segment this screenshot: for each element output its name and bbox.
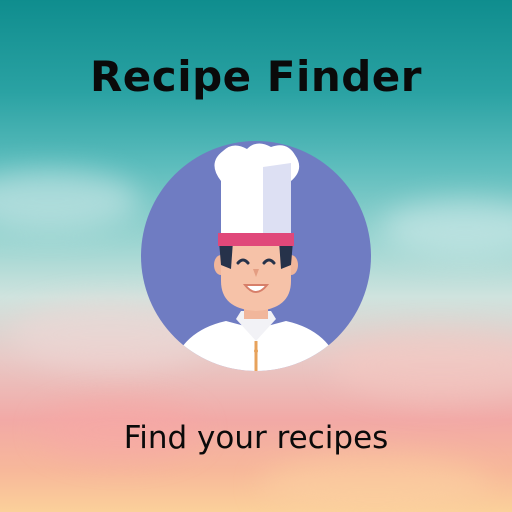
chef-icon bbox=[141, 141, 371, 371]
hat-band bbox=[218, 233, 294, 246]
cloud-decoration bbox=[260, 455, 490, 512]
app-title: Recipe Finder bbox=[89, 52, 423, 101]
cloud-decoration bbox=[0, 170, 140, 230]
chef-avatar bbox=[141, 141, 371, 371]
tagline: Find your recipes bbox=[123, 420, 389, 456]
cloud-decoration bbox=[380, 200, 512, 255]
splash-screen: Recipe Finder Find your recipes bbox=[0, 0, 512, 512]
